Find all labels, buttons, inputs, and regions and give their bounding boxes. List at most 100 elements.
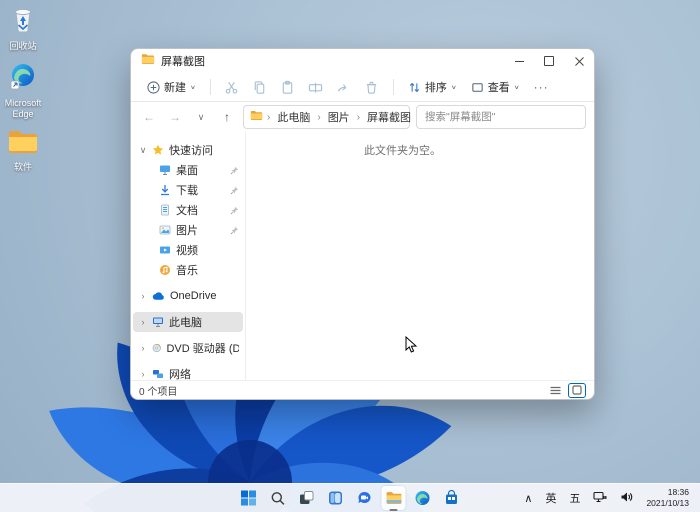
sidebar-item-music[interactable]: 音乐 [133,260,243,280]
minimize-button[interactable] [504,49,534,73]
edge-icon [415,490,431,506]
folder-content-area[interactable]: 此文件夹为空。 [246,132,594,380]
desktop-icon-label: 回收站 [9,41,36,51]
chevron-right-icon[interactable]: › [139,369,147,379]
file-explorer-button[interactable] [382,486,406,510]
widgets-button[interactable] [324,486,348,510]
view-button[interactable]: 查看 ∨ [465,76,526,98]
sidebar-item-label: 此电脑 [169,314,202,330]
file-explorer-window: 屏幕截图 新建 ∨ [130,48,595,400]
delete-button[interactable] [359,77,385,97]
address-bar[interactable]: › 此电脑 › 图片 › 屏幕截图 ∨ [243,105,410,129]
start-button[interactable] [237,486,261,510]
forward-button[interactable]: → [165,107,185,127]
cut-icon [224,80,239,95]
sidebar-item-label: 图片 [176,222,198,238]
share-icon [336,80,351,95]
recycle-bin-icon [8,4,38,39]
sidebar-item-network[interactable]: › 网络 [133,364,243,380]
toolbar-separator [210,79,211,95]
window-titlebar[interactable]: 屏幕截图 [131,49,594,73]
sidebar-item-downloads[interactable]: 下载 [133,180,243,200]
sidebar-item-documents[interactable]: 文档 [133,200,243,220]
store-button[interactable] [440,486,464,510]
close-button[interactable] [564,49,594,73]
sidebar-item-pictures[interactable]: 图片 [133,220,243,240]
tray-overflow-chevron[interactable]: ∧ [521,490,535,507]
paste-icon [280,80,295,95]
desktop-icon-edge[interactable]: Microsoft Edge [0,61,46,119]
videos-icon [159,244,171,256]
view-icon [471,81,484,94]
chat-icon [357,490,373,506]
search-input[interactable] [417,111,585,123]
chevron-down-icon[interactable]: ∨ [139,145,147,156]
view-toggles [546,383,586,398]
breadcrumb-this-pc[interactable]: 此电脑 [274,108,313,126]
widgets-icon [328,490,344,506]
recent-locations-button[interactable]: ∨ [191,107,211,127]
network-icon [152,368,164,380]
sidebar-item-onedrive[interactable]: › OneDrive [133,286,243,306]
new-button[interactable]: 新建 ∨ [141,76,202,98]
desktop-icon-folder[interactable]: 软件 [0,129,46,172]
breadcrumb-screenshots[interactable]: 屏幕截图 [364,108,414,126]
chat-button[interactable] [353,486,377,510]
sidebar-item-dvd-drive[interactable]: › DVD 驱动器 (D:) C [133,338,243,358]
sidebar-item-quick-access[interactable]: ∨ 快速访问 [133,140,243,160]
ime-mode-indicator[interactable]: 五 [566,488,583,508]
store-icon [444,490,460,506]
window-controls [504,49,594,73]
desktop-icon-recycle-bin[interactable]: 回收站 [0,4,46,51]
sidebar-item-label: 音乐 [176,262,198,278]
cut-button[interactable] [219,77,245,97]
share-button[interactable] [331,77,357,97]
navigation-pane: ∨ 快速访问 桌面 下载 文档 [131,132,246,380]
sort-button[interactable]: 排序 ∨ [402,76,463,98]
edge-button[interactable] [411,486,435,510]
taskbar-center [237,484,464,512]
pictures-icon [159,224,171,236]
copy-button[interactable] [247,77,273,97]
pin-icon [230,186,239,195]
download-icon [159,184,171,196]
sidebar-item-desktop[interactable]: 桌面 [133,160,243,180]
more-options-button[interactable]: ··· [528,80,555,94]
maximize-icon [544,56,554,66]
folder-icon [7,129,39,160]
search-box[interactable] [416,105,586,129]
network-icon[interactable] [590,489,610,508]
breadcrumb-separator: › [357,112,360,123]
rename-button[interactable] [303,77,329,97]
chevron-down-icon: ∨ [190,84,196,90]
large-icons-view-toggle[interactable] [568,383,586,398]
window-title: 屏幕截图 [161,53,205,69]
task-view-button[interactable] [295,486,319,510]
desktop: 回收站 Microsoft Edge [0,0,700,512]
desktop-icon [159,164,171,176]
sidebar-item-this-pc[interactable]: › 此电脑 [133,312,243,332]
document-icon [159,204,171,216]
search-button[interactable] [266,486,290,510]
maximize-button[interactable] [534,49,564,73]
chevron-right-icon[interactable]: › [139,343,147,353]
windows-start-icon [241,490,257,506]
music-icon [159,264,171,276]
details-view-toggle[interactable] [546,383,564,398]
paste-button[interactable] [275,77,301,97]
up-button[interactable]: ↑ [217,107,237,127]
tray-date: 2021/10/13 [646,498,689,509]
view-label: 查看 [488,79,510,95]
back-button[interactable]: ← [139,107,159,127]
chevron-right-icon[interactable]: › [139,291,147,301]
minimize-icon [515,61,524,62]
breadcrumb-pictures[interactable]: 图片 [325,108,353,126]
sidebar-item-label: 下载 [176,182,198,198]
plus-icon [147,81,160,94]
volume-icon[interactable] [617,489,636,508]
clock[interactable]: 18:36 2021/10/13 [643,486,692,509]
sidebar-item-videos[interactable]: 视频 [133,240,243,260]
chevron-right-icon[interactable]: › [139,317,147,327]
ime-language-indicator[interactable]: 英 [542,488,559,508]
desktop-icon-label: Microsoft Edge [0,98,46,119]
